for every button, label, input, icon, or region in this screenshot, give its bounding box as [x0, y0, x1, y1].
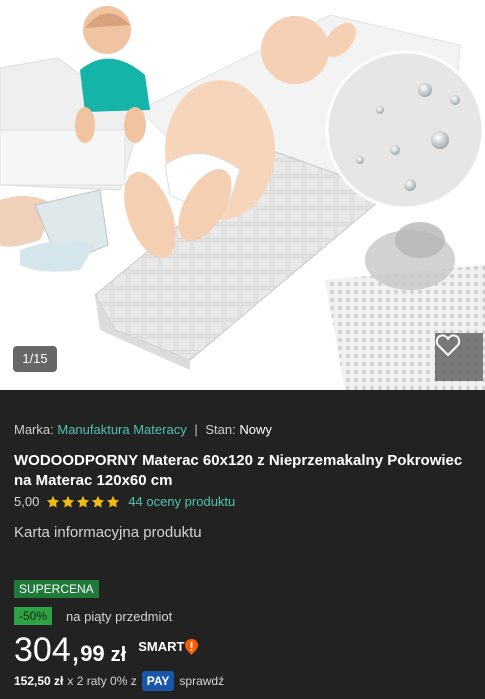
condition-label: Stan: [205, 422, 236, 437]
product-meta: Marka: Manufaktura Materacy | Stan: Nowy [14, 422, 272, 437]
product-title: WODOODPORNY Materac 60x120 z Nieprzemaka… [14, 452, 463, 489]
meta-separator: | [194, 422, 198, 437]
smart-exclamation-icon [185, 638, 199, 655]
star-icon [62, 495, 75, 508]
rating-stars [46, 495, 120, 509]
installment-amount: 152,50 zł [14, 674, 64, 688]
reviews-link[interactable]: 44 oceny produktu [128, 494, 235, 509]
installment-text: x 2 raty 0% z [67, 674, 137, 688]
price-currency: zł [110, 644, 127, 666]
installments-check-link[interactable]: sprawdź [179, 674, 224, 688]
star-icon [47, 495, 60, 508]
supercena-badge: SUPERCENA [14, 580, 99, 598]
add-to-favorites-button[interactable] [435, 333, 483, 381]
pay-badge: PAY [141, 671, 175, 691]
brand-label: Marka: [14, 422, 54, 437]
star-icon [77, 495, 90, 508]
product-info-panel: Marka: Manufaktura Materacy | Stan: Nowy… [0, 390, 485, 699]
rating-value: 5,00 [14, 494, 40, 509]
star-icon [107, 495, 120, 508]
rating-row[interactable]: 5,00 44 oceny produktu [14, 494, 235, 509]
discount-row: -50% na piąty przedmiot [14, 607, 172, 625]
installments-row: 152,50 zł x 2 raty 0% z PAY sprawdź [14, 671, 224, 691]
product-image-gallery[interactable]: 1/15 [0, 0, 485, 390]
smart-label: SMART [138, 639, 185, 654]
discount-badge: -50% [14, 607, 53, 625]
price-integer: 304, [14, 631, 81, 669]
discount-note: na piąty przedmiot [66, 608, 173, 624]
product-photo [0, 0, 485, 390]
product-info-card-link[interactable]: Karta informacyjna produktu [14, 524, 202, 541]
star-icon [92, 495, 105, 508]
image-counter: 1/15 [13, 346, 57, 372]
heart-icon [435, 334, 461, 356]
price-decimal: 99 [80, 641, 105, 666]
price: 304, 99 zł SMART [14, 630, 199, 670]
smart-badge: SMART [138, 638, 199, 655]
brand-link[interactable]: Manufaktura Materacy [57, 422, 186, 437]
condition-value: Nowy [239, 422, 272, 437]
